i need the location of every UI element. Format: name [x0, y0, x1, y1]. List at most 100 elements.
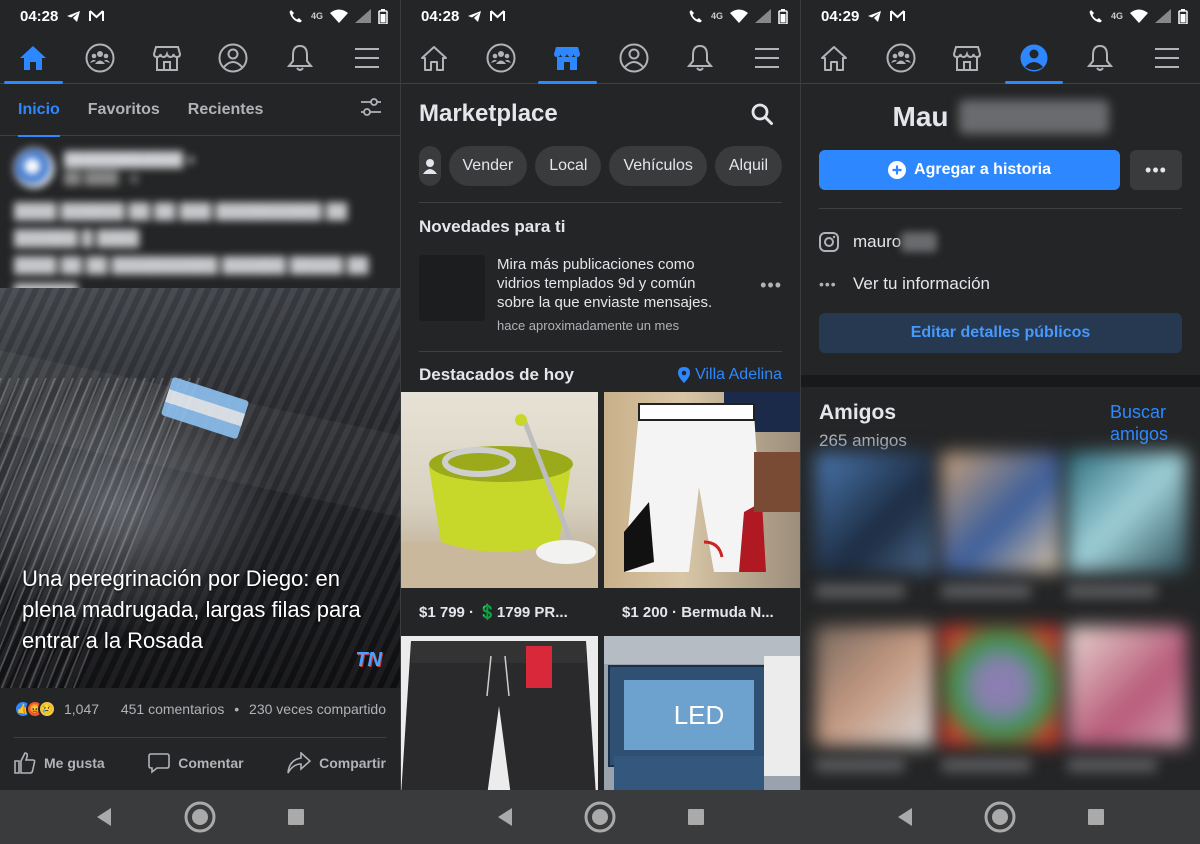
- nav-menu[interactable]: [1134, 32, 1200, 83]
- chip-alquiler[interactable]: Alquil: [714, 146, 782, 186]
- page-title: Marketplace: [419, 100, 558, 127]
- back-icon[interactable]: [496, 807, 514, 827]
- nav-groups[interactable]: [67, 32, 134, 83]
- profile-first-name: Mau: [892, 101, 949, 132]
- novedad-time: hace aproximadamente un mes: [497, 318, 680, 333]
- friend-card[interactable]: [815, 452, 935, 617]
- recents-icon[interactable]: [287, 808, 305, 826]
- back-icon[interactable]: [95, 807, 113, 827]
- nav-marketplace[interactable]: [133, 32, 200, 83]
- category-chips: Vender Local Vehículos Alquil: [401, 144, 800, 188]
- friend-card[interactable]: [1067, 626, 1187, 791]
- sliders-icon: [361, 98, 381, 116]
- post-stats: 👍 😡 😢 1,047 451 comentarios • 230 veces …: [14, 700, 386, 718]
- friend-card[interactable]: [941, 626, 1061, 791]
- person-icon: [422, 159, 437, 174]
- nav-menu[interactable]: [333, 32, 400, 83]
- post-header: ████████████ ● ██ ████ · ◉: [0, 136, 400, 196]
- comment-button[interactable]: Comentar: [148, 752, 244, 774]
- page-avatar[interactable]: [14, 148, 54, 188]
- home-circle-icon[interactable]: [184, 801, 216, 833]
- listing-card[interactable]: LED: [604, 636, 800, 796]
- see-info-row[interactable]: ••• Ver tu información: [801, 263, 1200, 305]
- friend-card[interactable]: [941, 452, 1061, 617]
- post-image[interactable]: Una peregrinación por Diego: en plena ma…: [0, 288, 400, 688]
- nav-notifications[interactable]: [267, 32, 334, 83]
- more-options-button[interactable]: •••: [1130, 150, 1182, 190]
- friends-header: Amigos 265 amigos Buscar amigos: [801, 387, 1200, 451]
- chip-profile[interactable]: [419, 146, 441, 186]
- chip-vender[interactable]: Vender: [448, 146, 528, 186]
- shares-count[interactable]: 230 veces compartido: [249, 701, 386, 717]
- home-circle-icon[interactable]: [584, 801, 616, 833]
- friend-card[interactable]: [1067, 452, 1187, 617]
- friend-photo: [1067, 626, 1187, 746]
- nav-marketplace[interactable]: [934, 32, 1001, 83]
- nav-menu[interactable]: [734, 32, 801, 83]
- instagram-row[interactable]: mauro: [801, 221, 1200, 263]
- tab-inicio[interactable]: Inicio: [18, 84, 60, 137]
- page-name-redacted[interactable]: ████████████ ●: [64, 151, 195, 167]
- nav-profile[interactable]: [200, 32, 267, 83]
- post-actions: Me gusta Comentar Compartir: [14, 737, 386, 787]
- chip-vehiculos[interactable]: Vehículos: [609, 146, 707, 186]
- location-label: Villa Adelina: [695, 366, 782, 383]
- nav-profile[interactable]: [601, 32, 668, 83]
- tn-logo: TN: [355, 649, 382, 671]
- nav-home[interactable]: [0, 32, 67, 84]
- battery-icon: [378, 8, 388, 24]
- instagram-handle: mauro: [853, 232, 902, 251]
- thumbs-up-icon: [14, 751, 36, 774]
- status-time: 04:29: [821, 7, 860, 25]
- nav-home[interactable]: [801, 32, 868, 83]
- listing-card[interactable]: $1 799 · 💲1799 PR...: [401, 392, 598, 636]
- nav-groups[interactable]: [868, 32, 935, 83]
- chip-local[interactable]: Local: [535, 146, 602, 186]
- like-button[interactable]: Me gusta: [14, 751, 105, 774]
- groups-icon: [486, 43, 516, 72]
- nav-groups[interactable]: [468, 32, 535, 83]
- tab-recientes[interactable]: Recientes: [188, 84, 264, 136]
- novedad-thumbnail: [419, 255, 485, 321]
- main-nav: [401, 32, 800, 84]
- find-friends-link[interactable]: Buscar amigos: [1110, 401, 1182, 451]
- wifi-icon: [1130, 9, 1148, 23]
- home-icon: [821, 45, 848, 71]
- nav-profile[interactable]: [1001, 32, 1068, 84]
- signal-icon: [355, 9, 371, 23]
- reaction-icons[interactable]: 👍 😡 😢: [14, 700, 56, 718]
- screens-row: 04:28 4G Inicio Favoritos Recientes ████…: [0, 0, 1200, 844]
- home-circle-icon[interactable]: [984, 801, 1016, 833]
- share-icon: [287, 751, 312, 773]
- nav-home[interactable]: [401, 32, 468, 83]
- comments-count[interactable]: 451 comentarios: [121, 701, 225, 717]
- nav-notifications[interactable]: [1067, 32, 1134, 83]
- call-icon: [689, 10, 702, 23]
- filter-button[interactable]: [360, 97, 382, 122]
- android-nav-bar: [0, 790, 400, 844]
- friend-photo: [1067, 452, 1187, 572]
- share-button[interactable]: Compartir: [287, 751, 386, 774]
- friend-card[interactable]: [815, 626, 935, 791]
- listing-card[interactable]: $1 200 · Bermuda N...: [604, 392, 800, 636]
- novedad-text: Mira más publicaciones como vidrios temp…: [497, 256, 713, 311]
- nav-notifications[interactable]: [667, 32, 734, 83]
- add-story-button[interactable]: Agregar a historia: [819, 150, 1120, 190]
- svg-text:LED: LED: [674, 700, 725, 730]
- recents-icon[interactable]: [1087, 808, 1105, 826]
- search-button[interactable]: [742, 94, 782, 134]
- edit-public-details-button[interactable]: Editar detalles públicos: [819, 313, 1182, 353]
- reactions-count[interactable]: 1,047: [64, 701, 99, 717]
- gmail-icon: [89, 10, 105, 21]
- novedad-item[interactable]: Mira más publicaciones como vidrios temp…: [401, 237, 800, 335]
- nav-marketplace[interactable]: [534, 32, 601, 84]
- post-image-caption: Una peregrinación por Diego: en plena ma…: [22, 566, 361, 653]
- back-icon[interactable]: [896, 807, 914, 827]
- location-button[interactable]: Villa Adelina: [677, 366, 782, 384]
- recents-icon[interactable]: [687, 808, 705, 826]
- instagram-icon: [819, 232, 839, 252]
- more-options-icon[interactable]: •••: [760, 255, 782, 296]
- listing-card[interactable]: [401, 636, 598, 796]
- tab-favoritos[interactable]: Favoritos: [88, 84, 160, 136]
- android-nav-bar: [801, 790, 1200, 844]
